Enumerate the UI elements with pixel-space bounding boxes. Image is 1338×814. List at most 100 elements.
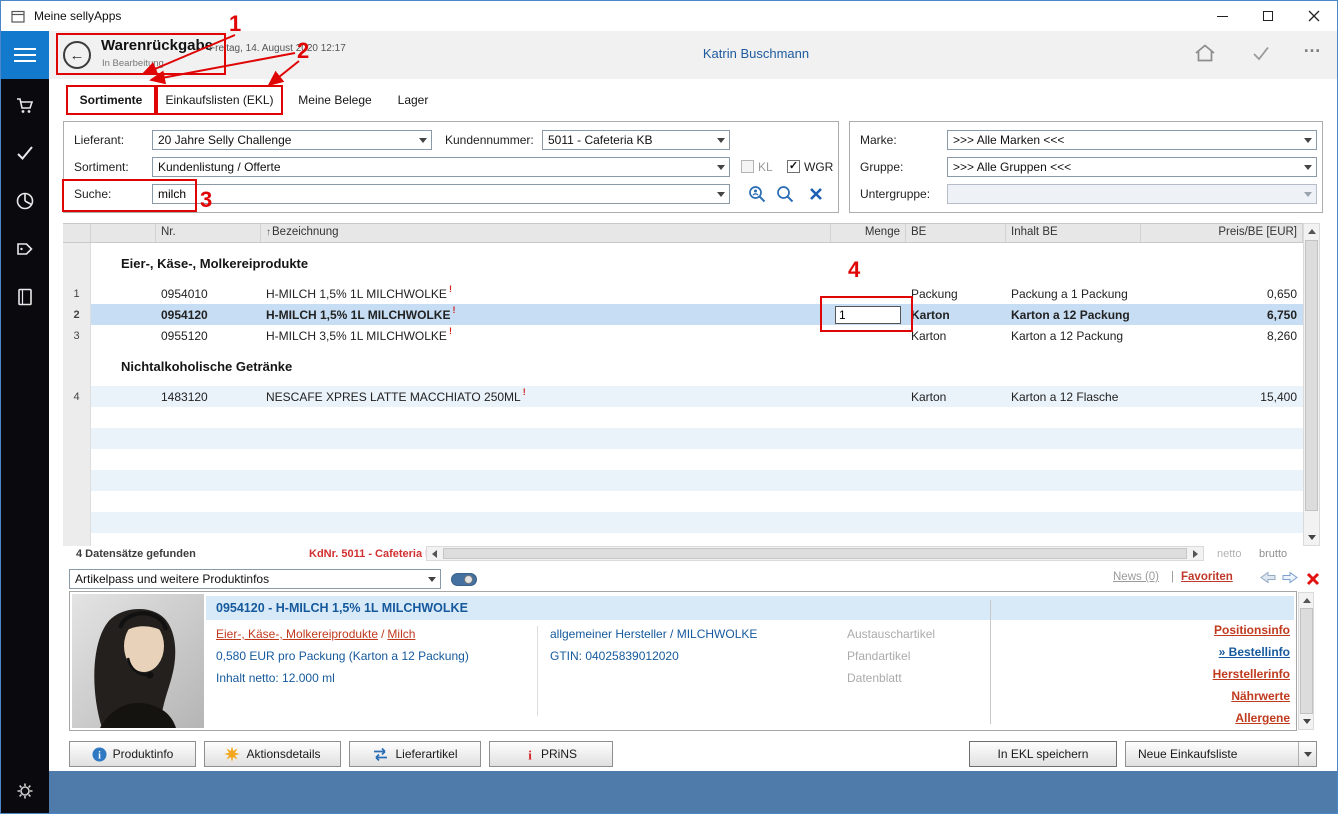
scroll-right-button[interactable] [1188, 547, 1203, 560]
marke-select[interactable]: >>> Alle Marken <<< [947, 130, 1317, 150]
sidebar [1, 31, 49, 814]
link-naehrwerte[interactable]: Nährwerte [1000, 689, 1290, 703]
table-horizontal-scrollbar[interactable] [426, 546, 1204, 561]
column-menge[interactable]: Menge [831, 224, 906, 242]
scroll-up-button[interactable] [1304, 224, 1319, 239]
sidebar-item-catalog[interactable] [1, 273, 49, 321]
close-infopanel-button[interactable] [1305, 571, 1321, 586]
panel-vertical-scrollbar[interactable] [1298, 592, 1314, 730]
close-button[interactable] [1291, 1, 1337, 31]
sidebar-item-settings[interactable] [1, 767, 49, 814]
scrollbar-thumb[interactable] [1300, 608, 1313, 714]
link-allergene[interactable]: Allergene [1000, 711, 1290, 725]
netto-toggle[interactable]: netto [1217, 548, 1241, 560]
column-be[interactable]: BE [906, 224, 1006, 242]
column-nr[interactable]: Nr. [156, 224, 261, 242]
sidebar-item-cart[interactable] [1, 81, 49, 129]
more-options-button[interactable]: … [1303, 36, 1321, 57]
aktionsdetails-button[interactable]: Aktionsdetails [204, 741, 341, 767]
kundennummer-label: Kundennummer: [445, 133, 534, 147]
maximize-button[interactable] [1245, 1, 1291, 31]
chevron-down-icon [424, 570, 440, 588]
row-number: 4 [63, 386, 91, 407]
app-icon [11, 9, 26, 24]
link-separator: | [1171, 571, 1174, 583]
empty-cells [91, 470, 1303, 491]
category-link[interactable]: Eier-, Käse-, Molkereiprodukte [216, 627, 378, 641]
tab-meine-belege[interactable]: Meine Belege [289, 87, 381, 113]
gruppe-select[interactable]: >>> Alle Gruppen <<< [947, 157, 1317, 177]
tab-sortimente[interactable]: Sortimente [69, 87, 153, 113]
column-bezeichnung[interactable]: ↑Bezeichnung [261, 224, 831, 242]
window-titlebar: Meine sellyApps [1, 1, 1337, 31]
link-positionsinfo[interactable]: Positionsinfo [1000, 623, 1290, 637]
infopanel-toggle[interactable] [451, 573, 477, 586]
search-input[interactable] [153, 187, 713, 201]
sidebar-item-statistics[interactable] [1, 177, 49, 225]
search-button[interactable] [774, 183, 796, 205]
sortiment-select[interactable]: Kundenlistung / Offerte [152, 157, 730, 177]
home-button[interactable] [1193, 42, 1217, 67]
tab-lager[interactable]: Lager [391, 87, 435, 113]
table-row[interactable]: 41483120NESCAFE XPRES LATTE MACCHIATO 25… [63, 386, 1303, 407]
row-number: 3 [63, 325, 91, 346]
brutto-toggle[interactable]: brutto [1259, 548, 1287, 560]
check-icon [15, 143, 35, 163]
kundennummer-select[interactable]: 5011 - Cafeteria KB [542, 130, 730, 150]
sidebar-item-promotions[interactable] [1, 225, 49, 273]
chevron-down-icon [1300, 131, 1316, 149]
table-vertical-scrollbar[interactable] [1303, 223, 1320, 546]
confirm-check-icon [1249, 42, 1273, 64]
confirm-button[interactable] [1249, 42, 1273, 67]
neue-einkaufsliste-button[interactable]: Neue Einkaufsliste [1125, 741, 1317, 767]
prins-button[interactable]: i PRiNS [489, 741, 613, 767]
article-name: H-MILCH 1,5% 1L MILCHWOLKE! [261, 304, 831, 325]
table-row[interactable]: 20954120H-MILCH 1,5% 1L MILCHWOLKE!Karto… [63, 304, 1303, 325]
scroll-down-button[interactable] [1304, 530, 1319, 545]
table-row[interactable]: 30955120H-MILCH 3,5% 1L MILCHWOLKE!Karto… [63, 325, 1303, 346]
info-circle-icon: i [92, 747, 107, 762]
link-bestellinfo[interactable]: » Bestellinfo [1000, 645, 1290, 659]
prev-article-button[interactable] [1259, 570, 1277, 585]
be-cell: Karton [906, 325, 1006, 346]
produktinfo-button[interactable]: i Produktinfo [69, 741, 196, 767]
scroll-up-button[interactable] [1299, 593, 1314, 608]
hamburger-menu-button[interactable] [1, 31, 49, 79]
link-herstellerinfo[interactable]: Herstellerinfo [1000, 667, 1290, 681]
scrollbar-thumb[interactable] [443, 548, 1187, 559]
clear-search-button[interactable] [808, 186, 824, 202]
favoriten-link[interactable]: Favoriten [1181, 571, 1233, 583]
subcategory-link[interactable]: Milch [387, 627, 415, 641]
pie-chart-icon [15, 191, 35, 211]
scroll-down-button[interactable] [1299, 714, 1314, 729]
news-link[interactable]: News (0) [1113, 571, 1159, 583]
search-customer-button[interactable] [746, 183, 768, 205]
close-icon [1308, 10, 1320, 22]
kl-checkbox[interactable] [741, 160, 754, 173]
column-preis[interactable]: Preis/BE [EUR] [1141, 224, 1303, 242]
wgr-checkbox[interactable]: ✓ [787, 160, 800, 173]
minimize-button[interactable] [1199, 1, 1245, 31]
column-inhalt-be[interactable]: Inhalt BE [1006, 224, 1141, 242]
menge-input[interactable] [835, 306, 901, 324]
back-button[interactable]: ← [63, 41, 91, 69]
maximize-icon [1263, 11, 1273, 21]
page-header: ← Warenrückgabe In Bearbeitung Freitag, … [49, 31, 1338, 79]
scrollbar-thumb[interactable] [1305, 240, 1318, 511]
cart-icon [15, 95, 35, 115]
sidebar-item-tasks[interactable] [1, 129, 49, 177]
infopanel-select[interactable]: Artikelpass und weitere Produktinfos [69, 569, 441, 589]
tab-einkaufslisten[interactable]: Einkaufslisten (EKL) [159, 87, 280, 113]
table-row[interactable]: 10954010H-MILCH 1,5% 1L MILCHWOLKE!Packu… [63, 283, 1303, 304]
lieferartikel-button[interactable]: Lieferartikel [349, 741, 481, 767]
menge-cell [831, 283, 906, 304]
chevron-down-icon [415, 131, 431, 149]
current-user: Katrin Buschmann [676, 46, 836, 61]
lieferant-label: Lieferant: [74, 133, 124, 147]
scroll-left-button[interactable] [427, 547, 442, 560]
in-ekl-speichern-button[interactable]: In EKL speichern [969, 741, 1117, 767]
page-title: Warenrückgabe [101, 37, 213, 54]
next-article-button[interactable] [1281, 570, 1299, 585]
empty-cells [91, 407, 1303, 428]
lieferant-select[interactable]: 20 Jahre Selly Challenge [152, 130, 432, 150]
